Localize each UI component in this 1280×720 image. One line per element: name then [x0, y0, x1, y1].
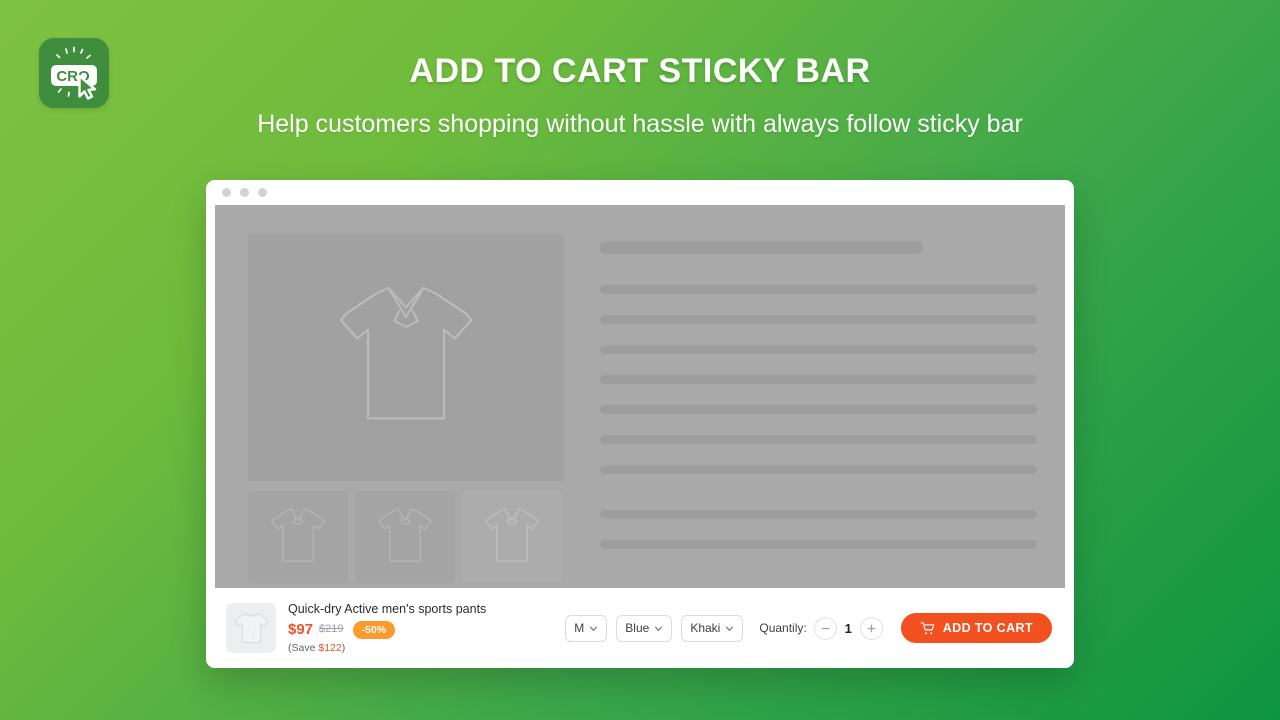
browser-window-mockup: Product view buttons Quick-dry Active me… — [206, 180, 1074, 668]
skeleton-line — [600, 465, 1037, 474]
quantity-increase-button[interactable] — [859, 616, 883, 640]
page-title: ADD TO CART STICKY BAR — [409, 52, 871, 90]
price-current: $97 — [288, 620, 314, 638]
chevron-down-icon — [726, 626, 734, 631]
variant-select-size-value: M — [574, 621, 585, 635]
product-view-button-3[interactable] — [462, 491, 562, 583]
page-subtitle: Help customers shopping without hassle w… — [257, 110, 1023, 138]
window-minimize-dot[interactable] — [240, 188, 249, 197]
add-to-cart-sticky-bar: Quick-dry Active men's sports pants $97 … — [206, 588, 1074, 668]
discount-badge: -50% — [352, 620, 396, 639]
sticky-bar-controls: M Blue Khaki Quantily: 1 ADD TO CART — [565, 613, 1052, 643]
minus-icon — [821, 627, 830, 629]
variant-select-color-value: Blue — [625, 621, 650, 635]
window-maximize-dot[interactable] — [258, 188, 267, 197]
chevron-down-icon — [590, 626, 598, 631]
variant-select-size[interactable]: M — [565, 614, 608, 642]
skeleton-line — [600, 345, 1037, 354]
quantity-stepper: Quantily: 1 — [759, 616, 883, 640]
skeleton-line — [600, 241, 924, 254]
polo-shirt-outline-icon — [339, 286, 473, 419]
polo-shirt-outline-icon — [271, 508, 325, 562]
sticky-bar-product-info: Quick-dry Active men's sports pants $97 … — [226, 602, 486, 655]
quantity-value: 1 — [844, 620, 852, 636]
product-view-button-2[interactable] — [355, 491, 455, 583]
product-view-button-1[interactable] — [248, 491, 348, 583]
variant-select-color[interactable]: Blue — [616, 614, 673, 642]
polo-shirt-outline-icon — [485, 508, 539, 562]
skeleton-line — [600, 510, 1037, 519]
product-thumbnail[interactable] — [226, 603, 276, 653]
browser-titlebar — [206, 180, 1074, 205]
polo-shirt-outline-icon — [378, 508, 432, 562]
savings-prefix: (Save — [288, 641, 319, 654]
add-to-cart-label: ADD TO CART — [942, 621, 1033, 635]
plus-icon — [867, 624, 876, 632]
savings-suffix: ) — [341, 641, 346, 654]
skeleton-line — [600, 435, 1037, 444]
quantity-decrease-button[interactable] — [813, 616, 837, 640]
variant-select-style-value: Khaki — [690, 621, 721, 635]
skeleton-line — [600, 315, 1037, 324]
shopping-cart-icon — [920, 621, 934, 634]
skeleton-line — [600, 405, 1037, 414]
skeleton-line — [600, 375, 1037, 384]
price-original: $219 — [319, 623, 344, 636]
product-main-image[interactable] — [248, 234, 564, 481]
quantity-label: Quantily: — [759, 621, 807, 635]
savings-amount: $122 — [318, 641, 342, 654]
skeleton-line — [600, 285, 1037, 294]
t-shirt-icon — [234, 613, 268, 643]
product-thumbnail-row — [248, 491, 564, 583]
skeleton-line — [600, 540, 1037, 549]
chevron-down-icon — [655, 626, 663, 631]
savings-text: (Save $122) — [288, 642, 486, 654]
add-to-cart-button[interactable]: ADD TO CART — [900, 613, 1052, 643]
window-close-dot[interactable] — [222, 188, 231, 197]
product-title: Quick-dry Active men's sports pants — [288, 601, 487, 616]
variant-select-style[interactable]: Khaki — [681, 614, 744, 642]
